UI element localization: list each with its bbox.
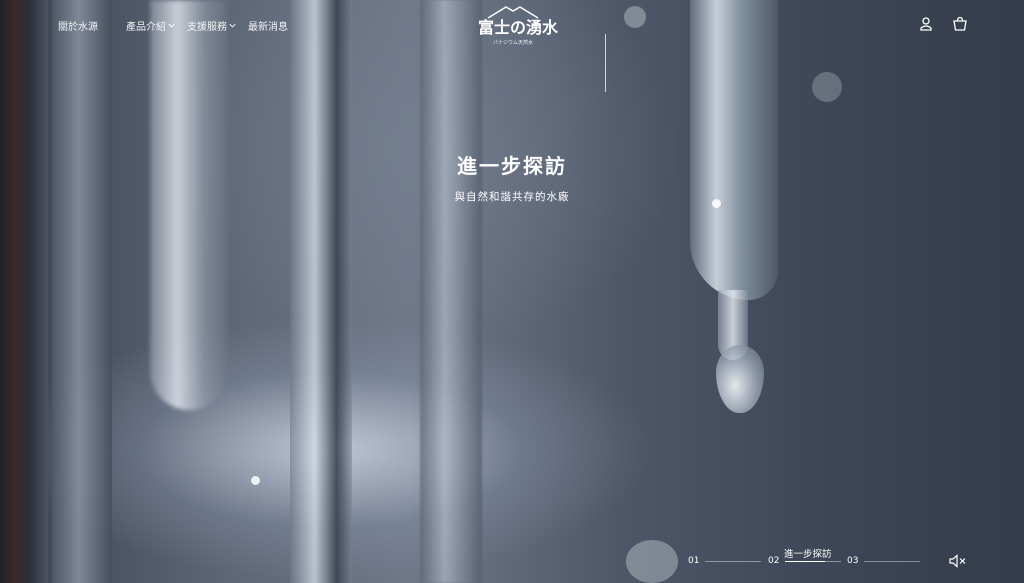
active-slide-caption: 進一步探訪 [784, 549, 832, 560]
speaker-muted-icon[interactable] [949, 554, 967, 568]
header-actions [918, 16, 968, 32]
hero-headline: 進一步探訪 [457, 154, 567, 178]
chevron-down-icon [168, 23, 175, 28]
bokeh-light [251, 476, 260, 485]
hero-subline: 與自然和諧共存的水廠 [454, 191, 570, 203]
cart-icon[interactable] [952, 16, 968, 32]
icicle-decoration [52, 0, 112, 583]
slide-pager: 01 02 03 進一步探訪 [688, 546, 928, 572]
icicle-decoration [690, 0, 778, 300]
user-icon[interactable] [918, 16, 934, 32]
icicle-decoration [420, 0, 482, 583]
main-nav: 關於水源 產品介紹 支援服務 最新消息 [58, 18, 288, 33]
slide-tab-01[interactable]: 01 [688, 556, 762, 566]
nav-item-label: 最新消息 [248, 22, 288, 33]
slide-progress-bar [785, 560, 842, 562]
hero-copy: 進一步探訪 與自然和諧共存的水廠 [440, 150, 584, 204]
nav-item-news[interactable]: 最新消息 [248, 18, 288, 33]
bokeh-light [626, 540, 678, 583]
brand-logo[interactable]: 富士の湧水 バナジウム天然水 [478, 5, 559, 49]
slide-number: 01 [688, 556, 700, 566]
nav-item-label: 支援服務 [187, 22, 227, 33]
slide-number: 02 [768, 556, 780, 566]
nav-item-label: 產品介紹 [126, 22, 166, 33]
slide-number: 03 [847, 556, 859, 566]
bokeh-light [712, 199, 721, 208]
slide-tab-03[interactable]: 03 [847, 556, 921, 566]
water-drop [716, 345, 764, 413]
nav-item-label: 關於水源 [58, 22, 98, 33]
mountain-icon [487, 6, 539, 19]
icicle-decoration [0, 0, 48, 583]
logo-subtitle: バナジウム天然水 [492, 40, 533, 46]
icicle-decoration [150, 0, 228, 410]
nav-item-about-water[interactable]: 關於水源 [58, 18, 98, 33]
bokeh-light [812, 72, 842, 102]
nav-item-products[interactable]: 產品介紹 [126, 18, 175, 33]
slide-progress-bar [705, 560, 762, 562]
chevron-down-icon [229, 23, 236, 28]
nav-item-support[interactable]: 支援服務 [187, 18, 236, 33]
slide-progress-bar [864, 560, 921, 562]
scroll-indicator-line [605, 34, 606, 92]
hero-background: 關於水源 產品介紹 支援服務 最新消息 富士の湧水 バナジウム天然水 進一步探訪… [0, 0, 1024, 583]
logo-wordmark: 富士の湧水 [478, 18, 559, 37]
icicle-decoration [290, 0, 352, 583]
bokeh-light [624, 6, 646, 28]
